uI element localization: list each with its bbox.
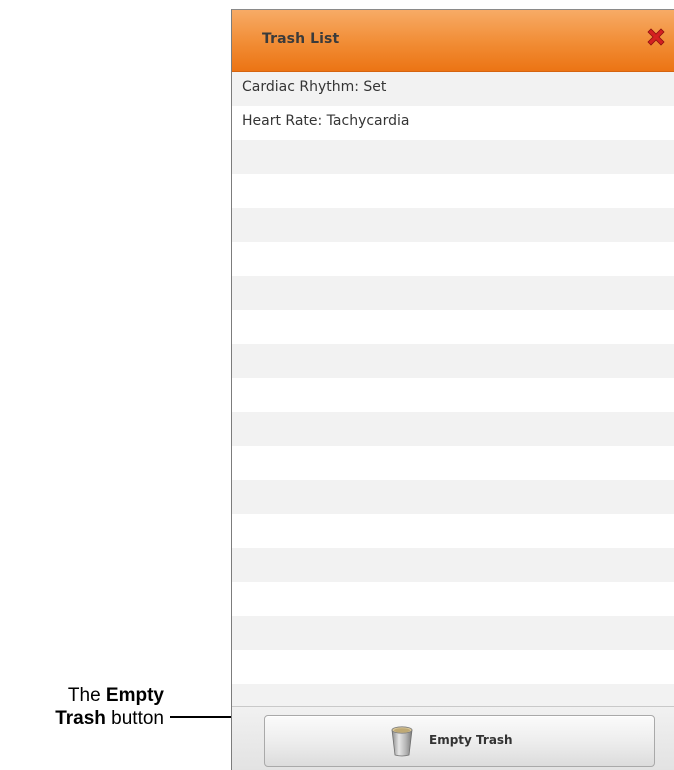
trash-can-icon	[389, 724, 415, 758]
panel-header: Trash List	[232, 10, 674, 72]
trash-list-panel: Trash List Cardiac Rhythm: Set Heart Rat…	[231, 9, 674, 770]
empty-row	[232, 480, 674, 514]
close-icon[interactable]	[644, 25, 668, 49]
screenshot-canvas: The Empty Trash button Trash List Cardia…	[0, 0, 674, 770]
empty-row	[232, 378, 674, 412]
empty-row	[232, 616, 674, 650]
callout-line-1: The Empty	[0, 684, 164, 707]
empty-row	[232, 276, 674, 310]
empty-row	[232, 412, 674, 446]
panel-footer: Empty Trash	[232, 706, 674, 770]
empty-row	[232, 208, 674, 242]
callout-prefix: The	[67, 685, 106, 706]
list-item-label: Cardiac Rhythm: Set	[242, 79, 387, 95]
callout-bold-2: Trash	[55, 708, 106, 729]
list-item[interactable]: Cardiac Rhythm: Set	[232, 72, 674, 106]
trash-list: Cardiac Rhythm: Set Heart Rate: Tachycar…	[232, 72, 674, 718]
empty-row	[232, 140, 674, 174]
empty-row	[232, 310, 674, 344]
empty-trash-label: Empty Trash	[429, 733, 513, 747]
trash-can-graphic	[391, 726, 413, 757]
empty-row	[232, 582, 674, 616]
empty-row	[232, 446, 674, 480]
empty-row	[232, 242, 674, 276]
empty-row	[232, 650, 674, 684]
callout-line-2: Trash button	[0, 707, 164, 730]
empty-trash-callout: The Empty Trash button	[0, 684, 164, 730]
close-x-icon	[647, 28, 665, 46]
list-item-label: Heart Rate: Tachycardia	[242, 113, 410, 129]
empty-row	[232, 548, 674, 582]
panel-title: Trash List	[262, 31, 340, 47]
callout-suffix: button	[105, 708, 164, 729]
empty-trash-button[interactable]: Empty Trash	[264, 715, 655, 767]
callout-bold-1: Empty	[105, 685, 164, 706]
empty-row	[232, 514, 674, 548]
empty-row	[232, 344, 674, 378]
list-item[interactable]: Heart Rate: Tachycardia	[232, 106, 674, 140]
empty-row	[232, 174, 674, 208]
